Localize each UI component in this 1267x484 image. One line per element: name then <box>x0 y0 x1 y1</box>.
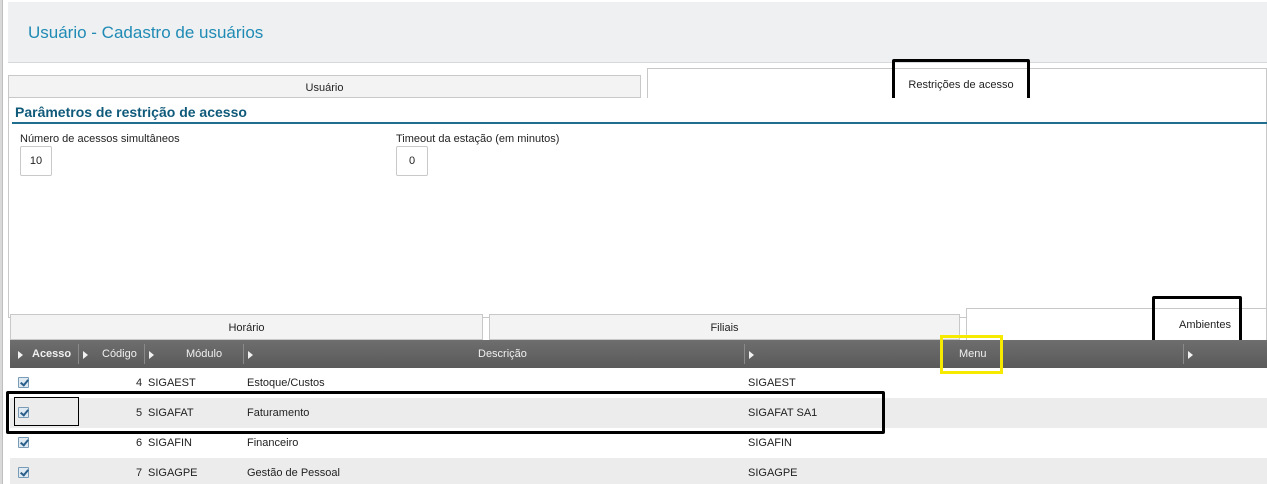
restricoes-panel <box>8 98 1267 318</box>
tab-horario-label: Horário <box>228 322 265 334</box>
tab-filiais-label: Filiais <box>710 322 739 334</box>
sort-arrow-icon[interactable] <box>149 351 154 359</box>
column-separator <box>1183 344 1184 364</box>
cell-menu[interactable]: SIGAGPE <box>748 458 798 484</box>
col-modulo[interactable]: Módulo <box>186 340 222 368</box>
window-left-border <box>0 0 3 484</box>
timeout-input[interactable]: 0 <box>396 146 428 176</box>
page-header: Usuário - Cadastro de usuários <box>8 2 1267 63</box>
cell-codigo: 7 <box>136 467 143 479</box>
tab-horario[interactable]: Horário <box>10 314 483 340</box>
section-title: Parâmetros de restrição de acesso <box>15 104 247 120</box>
sort-arrow-icon[interactable] <box>83 351 88 359</box>
tab-filiais[interactable]: Filiais <box>489 314 960 340</box>
grid-header: Acesso Código Módulo Descrição Menu <box>10 340 1267 368</box>
tab-usuario-label: Usuário <box>305 82 344 94</box>
highlight-box-row <box>6 391 885 434</box>
section-divider <box>12 122 1267 124</box>
cell-descricao: Gestão de Pessoal <box>247 467 340 479</box>
column-separator <box>144 344 145 364</box>
sort-arrow-icon[interactable] <box>1188 351 1193 359</box>
column-separator <box>744 344 745 364</box>
sort-arrow-icon[interactable] <box>248 351 253 359</box>
timeout-label: Timeout da estação (em minutos) <box>396 133 560 145</box>
column-separator <box>243 344 244 364</box>
acesso-checkbox[interactable] <box>18 437 29 448</box>
sort-arrow-icon[interactable] <box>18 351 23 359</box>
col-codigo[interactable]: Código <box>102 340 137 368</box>
acesso-checkbox[interactable] <box>18 467 29 478</box>
simultaneous-access-input[interactable]: 10 <box>20 146 52 176</box>
sort-arrow-icon[interactable] <box>749 351 754 359</box>
cell-modulo: SIGAGPE <box>148 467 198 479</box>
table-row[interactable]: 7 SIGAGPE Gestão de Pessoal SIGAGPE <box>10 458 1267 484</box>
tab-usuario[interactable]: Usuário <box>8 75 641 98</box>
col-descricao[interactable]: Descrição <box>478 340 527 368</box>
simultaneous-access-label: Número de acessos simultâneos <box>20 133 180 145</box>
acesso-checkbox[interactable] <box>18 377 29 388</box>
highlight-box-checkbox <box>14 397 79 426</box>
column-separator <box>78 344 79 364</box>
page-title: Usuário - Cadastro de usuários <box>28 23 264 42</box>
col-acesso[interactable]: Acesso <box>32 340 71 368</box>
